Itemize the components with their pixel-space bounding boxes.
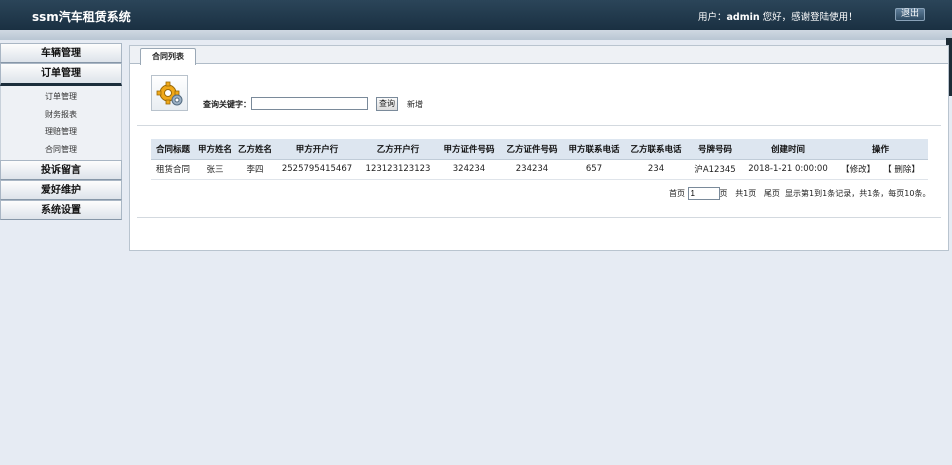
welcome-suffix: 您好，感谢登陆使用！ bbox=[759, 12, 858, 23]
search-label: 查询关键字： bbox=[203, 100, 251, 109]
menu-vehicle-management[interactable]: 车辆管理 bbox=[0, 43, 122, 63]
menu-system-settings[interactable]: 系统设置 bbox=[0, 200, 122, 220]
cell-party-b: 李四 bbox=[235, 159, 275, 180]
menu-order-management[interactable]: 订单管理 bbox=[0, 63, 122, 86]
col-party-a: 甲方姓名 bbox=[195, 139, 235, 160]
submenu-item-finance-report[interactable]: 财务报表 bbox=[1, 106, 121, 124]
pager-total-pages: 共1页 bbox=[735, 189, 757, 198]
col-actions: 操作 bbox=[833, 139, 928, 160]
col-party-b: 乙方姓名 bbox=[235, 139, 275, 160]
order-submenu: 订单管理 财务报表 理赔管理 合同管理 bbox=[0, 86, 122, 160]
cell-id-b: 234234 bbox=[501, 159, 563, 180]
col-id-b: 乙方证件号码 bbox=[501, 139, 563, 160]
contract-table: 合同标题 甲方姓名 乙方姓名 甲方开户行 乙方开户行 甲方证件号码 乙方证件号码… bbox=[151, 139, 928, 180]
user-prefix: 用户： bbox=[698, 12, 727, 23]
cell-party-a: 张三 bbox=[195, 159, 235, 180]
menu-hobby-maintenance[interactable]: 爱好维护 bbox=[0, 180, 122, 200]
welcome-message: 用户：admin 您好，感谢登陆使用！ bbox=[698, 9, 858, 23]
menu-complaints[interactable]: 投诉留言 bbox=[0, 160, 122, 180]
cell-phone-b: 234 bbox=[625, 159, 687, 180]
user-name: admin bbox=[726, 12, 760, 23]
cell-bank-a: 2525795415467 bbox=[275, 159, 359, 180]
content-panel: 合同列表 查询关键字： 查询 新增 合同标题 甲方姓名 乙方姓名 甲方开户行 乙… bbox=[129, 45, 949, 251]
cell-id-a: 324234 bbox=[437, 159, 501, 180]
edit-link[interactable]: 【修改】 bbox=[841, 165, 875, 175]
logout-button[interactable]: 退出 bbox=[895, 8, 925, 21]
header-sub-bar bbox=[0, 30, 952, 40]
app-title: ssm汽车租赁系统 bbox=[32, 10, 131, 24]
submenu-item-orders[interactable]: 订单管理 bbox=[1, 88, 121, 106]
sidebar-menu: 车辆管理 订单管理 订单管理 财务报表 理赔管理 合同管理 投诉留言 爱好维护 … bbox=[0, 43, 122, 220]
divider-bottom bbox=[137, 217, 941, 218]
pager-page-suffix: 页 bbox=[719, 189, 728, 198]
cell-bank-b: 123123123123 bbox=[359, 159, 437, 180]
pagination: 首页 页 共1页 尾页 显示第1到1条记录，共1条，每页10条。 bbox=[669, 187, 930, 200]
tab-contract-list[interactable]: 合同列表 bbox=[140, 48, 196, 65]
cell-phone-a: 657 bbox=[563, 159, 625, 180]
col-phone-a: 甲方联系电话 bbox=[563, 139, 625, 160]
cell-created: 2018-1-21 0:00:00 bbox=[743, 159, 833, 180]
pager-first-link[interactable]: 首页 bbox=[669, 188, 685, 199]
col-bank-b: 乙方开户行 bbox=[359, 139, 437, 160]
cell-plate: 沪A12345 bbox=[687, 159, 743, 180]
pager-page-input[interactable] bbox=[687, 187, 720, 200]
pager-last-link[interactable]: 尾页 bbox=[764, 188, 780, 199]
col-plate: 号牌号码 bbox=[687, 139, 743, 160]
submenu-item-contracts[interactable]: 合同管理 bbox=[1, 141, 121, 159]
table-row: 租赁合同 张三 李四 2525795415467 123123123123 32… bbox=[151, 159, 928, 180]
pager-summary: 显示第1到1条记录，共1条，每页10条。 bbox=[785, 189, 931, 198]
tab-strip: 合同列表 bbox=[130, 46, 948, 65]
add-new-link[interactable]: 新增 bbox=[407, 99, 423, 110]
search-button[interactable]: 查询 bbox=[376, 97, 398, 111]
col-id-a: 甲方证件号码 bbox=[437, 139, 501, 160]
delete-link[interactable]: 【 删除】 bbox=[883, 165, 920, 175]
settings-gear-icon bbox=[151, 75, 188, 111]
divider-top bbox=[137, 125, 941, 126]
submenu-item-claims[interactable]: 理赔管理 bbox=[1, 123, 121, 141]
col-created: 创建时间 bbox=[743, 139, 833, 160]
search-keyword-input[interactable] bbox=[251, 97, 368, 110]
cell-title: 租赁合同 bbox=[151, 159, 195, 180]
col-bank-a: 甲方开户行 bbox=[275, 139, 359, 160]
col-phone-b: 乙方联系电话 bbox=[625, 139, 687, 160]
cell-actions: 【修改】 【 删除】 bbox=[833, 159, 928, 180]
top-header-bar: ssm汽车租赁系统 用户：admin 您好，感谢登陆使用！ 退出 bbox=[0, 0, 952, 30]
table-header-row: 合同标题 甲方姓名 乙方姓名 甲方开户行 乙方开户行 甲方证件号码 乙方证件号码… bbox=[151, 139, 928, 160]
col-title: 合同标题 bbox=[151, 139, 195, 160]
